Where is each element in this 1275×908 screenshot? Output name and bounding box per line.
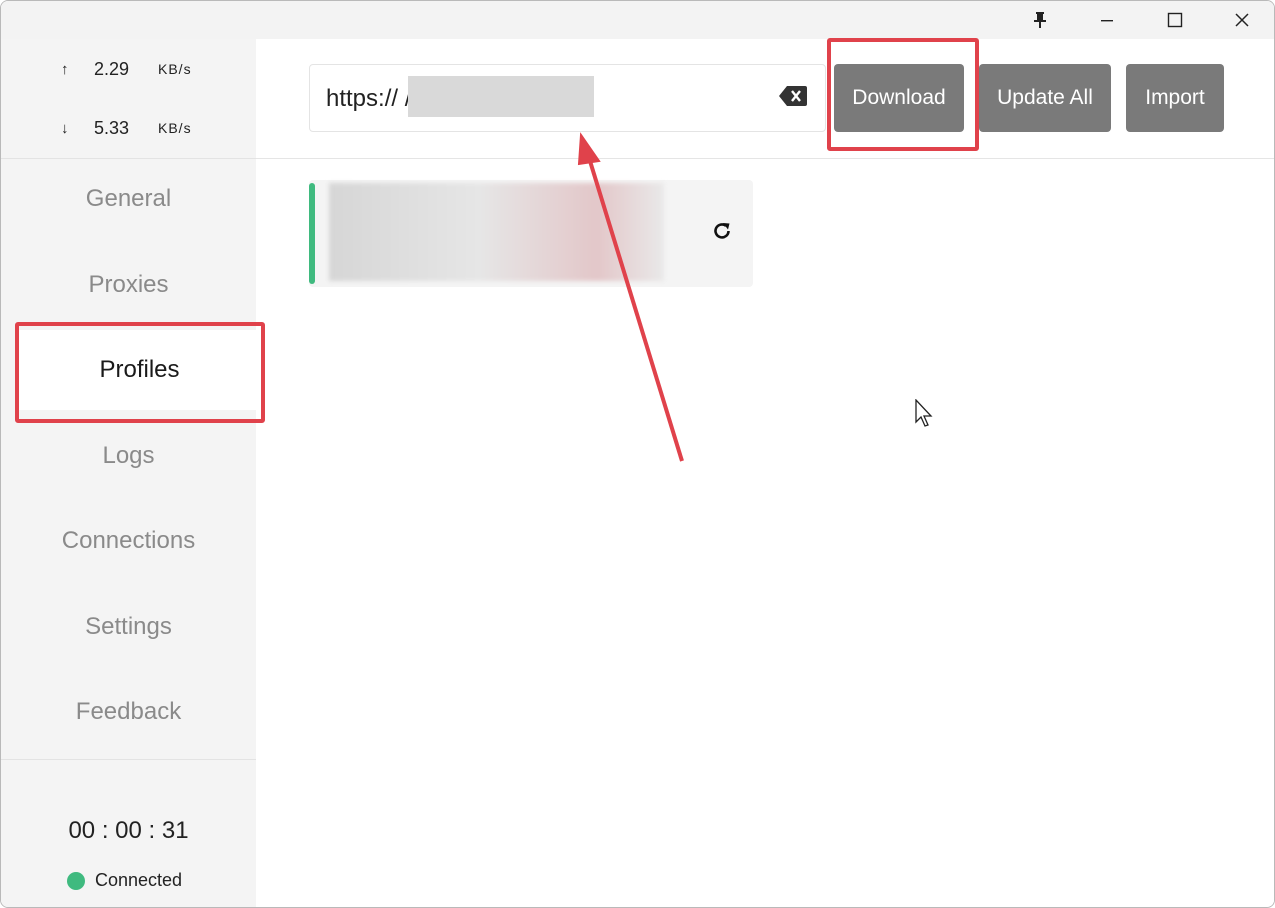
status-dot-icon [67,871,85,890]
sidebar-item-connections[interactable]: Connections [1,501,256,581]
minimize-button[interactable] [1074,1,1140,39]
sidebar-item-general[interactable]: General [1,159,256,239]
connection-status-label: Connected [95,870,183,890]
upload-speed: ↑ 2.29 KB/s [61,57,192,81]
update-all-button[interactable]: Update All [979,64,1111,132]
profile-url-input[interactable]: https:// /api/v1/client/s [309,64,826,132]
import-button[interactable]: Import [1126,64,1224,132]
download-button[interactable]: Download [834,64,964,132]
upload-arrow-icon: ↑ [61,60,69,78]
sidebar-item-profiles[interactable]: Profiles [15,330,264,410]
minimize-icon [1101,20,1113,22]
clear-input-icon[interactable] [779,85,807,112]
sidebar-item-proxies[interactable]: Proxies [1,245,256,325]
main-panel: https:// /api/v1/client/s Download Updat… [256,39,1274,907]
maximize-button[interactable] [1142,1,1208,39]
profiles-toolbar: https:// /api/v1/client/s Download Updat… [256,39,1274,159]
download-speed: ↓ 5.33 KB/s [61,116,192,140]
sidebar: ↑ 2.29 KB/s ↓ 5.33 KB/s General Proxies … [1,39,264,907]
pin-button[interactable] [1007,1,1073,39]
sidebar-item-logs[interactable]: Logs [1,416,256,496]
download-arrow-icon: ↓ [61,119,69,137]
app-window: ↑ 2.29 KB/s ↓ 5.33 KB/s General Proxies … [0,0,1275,908]
mouse-cursor-icon [915,399,933,427]
download-unit: KB/s [158,120,192,136]
active-profile-indicator [309,183,315,284]
title-bar [1,1,1274,39]
redacted-url-segment [408,76,594,117]
connection-status-panel: 00 : 00 : 31 Connected [1,759,256,907]
sidebar-item-feedback[interactable]: Feedback [1,672,256,752]
download-value: 5.33 [94,117,130,138]
traffic-panel: ↑ 2.29 KB/s ↓ 5.33 KB/s [1,39,256,159]
sidebar-item-settings[interactable]: Settings [1,587,256,667]
profile-card[interactable] [309,180,753,287]
pin-icon [1034,12,1046,28]
connection-timer: 00 : 00 : 31 [68,817,189,844]
connection-status: Connected [67,870,182,891]
close-button[interactable] [1209,1,1274,39]
maximize-icon [1167,12,1183,28]
refresh-icon[interactable] [711,220,733,247]
upload-value: 2.29 [94,58,130,79]
redacted-profile-info [329,183,664,281]
close-icon [1235,13,1249,27]
upload-unit: KB/s [158,61,192,77]
